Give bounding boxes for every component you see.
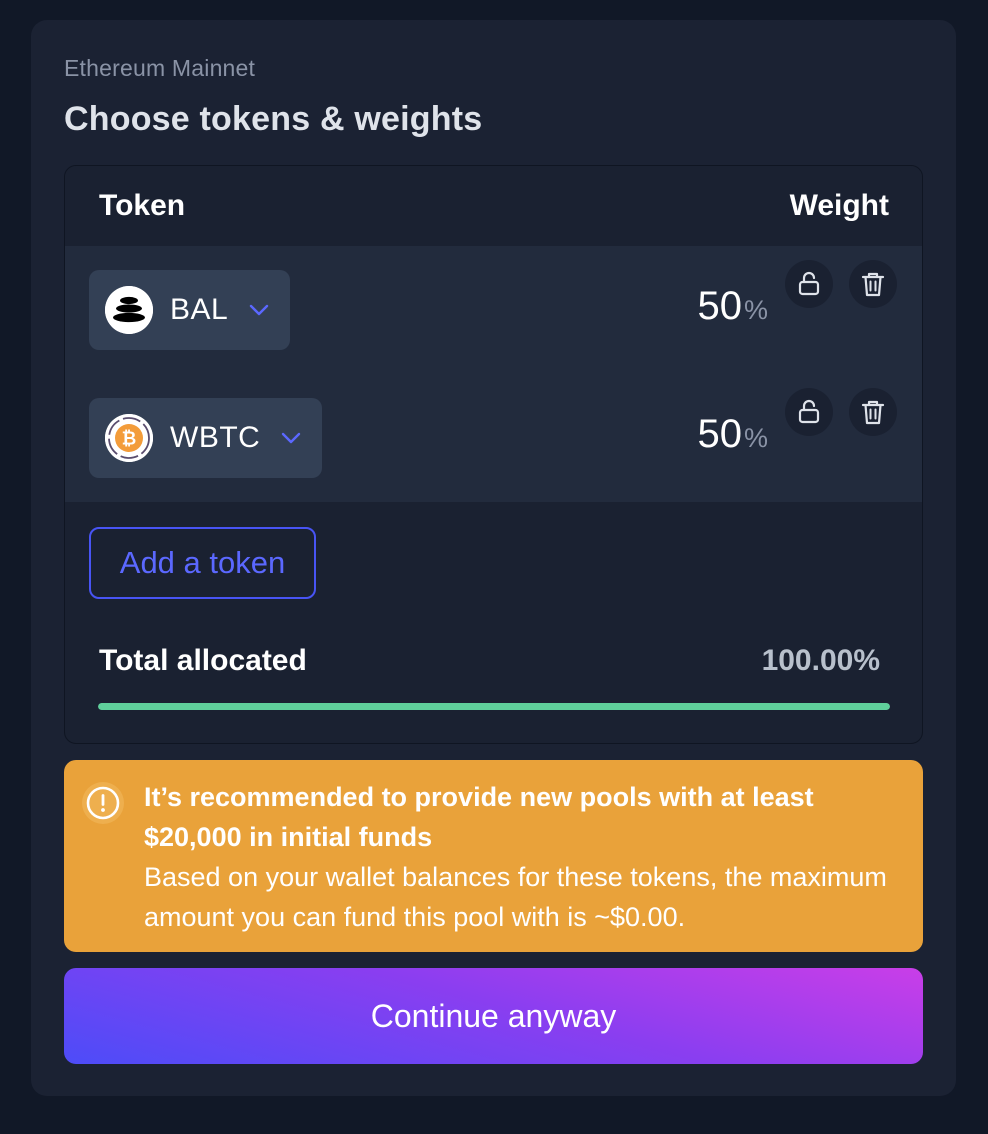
token-select-wbtc[interactable]: ₿ WBTC xyxy=(89,398,323,478)
add-token-button[interactable]: Add a token xyxy=(89,527,316,599)
trash-icon xyxy=(861,400,885,425)
chevron-down-icon xyxy=(282,432,301,444)
warning-icon xyxy=(82,782,124,824)
table-header: Token Weight xyxy=(65,166,922,246)
chevron-down-icon xyxy=(250,304,269,316)
unlock-weight-button[interactable] xyxy=(785,388,833,436)
weight-value[interactable]: 50 xyxy=(697,412,742,457)
wbtc-logo-icon: ₿ xyxy=(105,414,153,462)
delete-token-button[interactable] xyxy=(849,260,897,308)
delete-token-button[interactable] xyxy=(849,388,897,436)
weight-unit: % xyxy=(743,423,768,453)
network-label: Ethereum Mainnet xyxy=(64,55,256,81)
weight-unit: % xyxy=(743,295,768,325)
trash-icon xyxy=(861,272,885,297)
alert-body: Based on your wallet balances for these … xyxy=(144,862,887,932)
column-header-token: Token xyxy=(99,189,186,222)
token-row: BAL 50 % xyxy=(65,246,922,374)
total-allocated-value: 100.00% xyxy=(761,644,880,677)
token-symbol: BAL xyxy=(170,293,229,326)
continue-anyway-button[interactable]: Continue anyway xyxy=(64,968,923,1064)
column-header-weight: Weight xyxy=(789,189,889,222)
unlock-icon xyxy=(798,399,820,424)
allocation-progress-fill xyxy=(98,703,890,710)
balancer-logo-icon xyxy=(105,286,153,334)
alert-title: It’s recommended to provide new pools wi… xyxy=(144,782,814,852)
token-symbol: WBTC xyxy=(170,421,261,454)
total-allocated-label: Total allocated xyxy=(99,644,307,677)
page-title: Choose tokens & weights xyxy=(64,100,483,138)
allocation-progress-bar xyxy=(98,703,890,710)
weight-input[interactable]: 50 % xyxy=(697,412,768,457)
token-row: ₿ WBTC 50 % xyxy=(65,374,922,502)
weight-input[interactable]: 50 % xyxy=(697,284,768,329)
unlock-icon xyxy=(798,271,820,296)
alert-message: It’s recommended to provide new pools wi… xyxy=(144,777,904,937)
unlock-weight-button[interactable] xyxy=(785,260,833,308)
weight-value[interactable]: 50 xyxy=(697,284,742,329)
token-weights-panel: Token Weight BAL 50 % ₿ WBTC 50 % Add a … xyxy=(64,165,923,744)
svg-text:₿: ₿ xyxy=(122,429,137,450)
token-select-bal[interactable]: BAL xyxy=(89,270,291,350)
pool-creation-card: Ethereum Mainnet Choose tokens & weights… xyxy=(31,20,956,1096)
token-rows: BAL 50 % ₿ WBTC 50 % xyxy=(65,246,922,502)
funding-warning-alert: It’s recommended to provide new pools wi… xyxy=(64,760,923,952)
